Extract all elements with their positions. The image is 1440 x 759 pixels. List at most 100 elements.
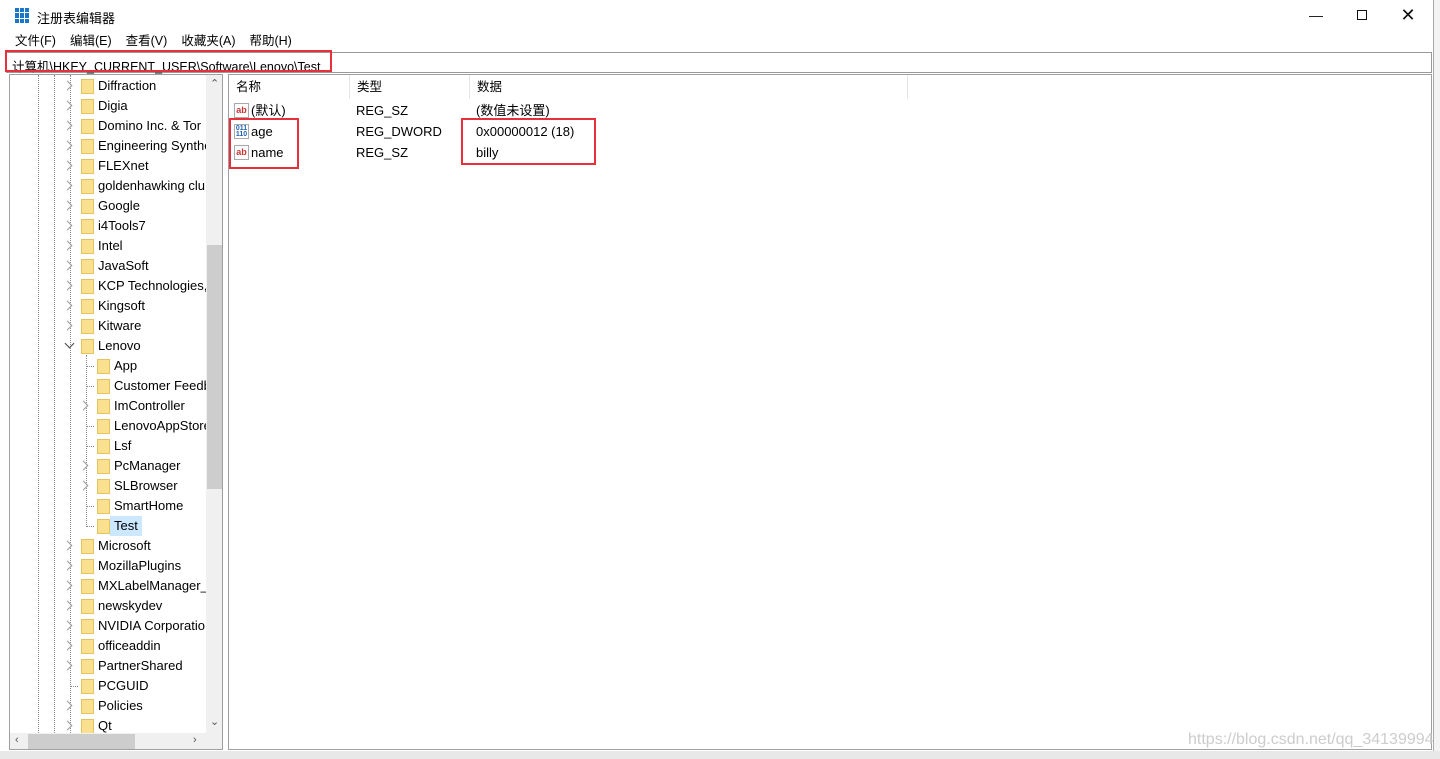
- tree-item[interactable]: i4Tools7: [10, 216, 206, 236]
- tree-item[interactable]: LenovoAppStore: [10, 416, 211, 436]
- scroll-left-icon[interactable]: ‹: [15, 734, 19, 746]
- tree-item[interactable]: Microsoft: [10, 536, 206, 556]
- tree-item[interactable]: Test: [10, 516, 206, 536]
- tree-item[interactable]: MXLabelManager_: [10, 576, 208, 596]
- expand-chevron-icon[interactable]: [62, 260, 73, 271]
- expand-chevron-icon[interactable]: [78, 400, 89, 411]
- scroll-down-icon[interactable]: ⌄: [210, 715, 219, 728]
- maximize-button[interactable]: [1339, 0, 1385, 30]
- menu-file[interactable]: 文件(F): [15, 31, 56, 51]
- tree-item-label: Lenovo: [98, 338, 141, 353]
- tree-item[interactable]: goldenhawking clu: [10, 176, 206, 196]
- column-header-type[interactable]: 类型: [350, 75, 470, 99]
- folder-icon: [81, 159, 94, 174]
- tree-item[interactable]: Policies: [10, 696, 206, 716]
- expand-chevron-icon[interactable]: [62, 600, 73, 611]
- tree-item-label: PartnerShared: [98, 658, 183, 673]
- menu-help[interactable]: 帮助(H): [249, 31, 291, 51]
- tree-item[interactable]: officeaddin: [10, 636, 206, 656]
- tree-item[interactable]: SmartHome: [10, 496, 206, 516]
- folder-icon: [81, 99, 94, 114]
- tree-item[interactable]: Domino Inc. & Tor: [10, 116, 206, 136]
- tree-item[interactable]: PCGUID: [10, 676, 206, 696]
- menu-edit[interactable]: 编辑(E): [70, 31, 112, 51]
- tree-item[interactable]: KCP Technologies,: [10, 276, 207, 296]
- folder-icon: [97, 459, 110, 474]
- tree-item[interactable]: Kitware: [10, 316, 206, 336]
- tree-item[interactable]: JavaSoft: [10, 256, 206, 276]
- tree-connector: [86, 426, 94, 427]
- tree-horizontal-scrollbar[interactable]: ‹ ›: [10, 733, 222, 749]
- tree-item[interactable]: ImController: [10, 396, 206, 416]
- tree-item[interactable]: App: [10, 356, 206, 376]
- expand-chevron-icon[interactable]: [62, 640, 73, 651]
- folder-icon: [97, 399, 110, 414]
- expand-chevron-icon[interactable]: [62, 240, 73, 251]
- expand-chevron-icon[interactable]: [62, 280, 73, 291]
- column-header-data[interactable]: 数据: [470, 75, 908, 99]
- collapse-chevron-icon[interactable]: [64, 338, 75, 349]
- folder-icon: [81, 619, 94, 634]
- folder-icon: [81, 259, 94, 274]
- menu-favorites[interactable]: 收藏夹(A): [181, 31, 235, 51]
- registry-editor-icon: [15, 8, 30, 23]
- folder-icon: [81, 559, 94, 574]
- folder-icon: [97, 479, 110, 494]
- tree-item[interactable]: PcManager: [10, 456, 206, 476]
- tree-item[interactable]: FLEXnet: [10, 156, 206, 176]
- tree-item[interactable]: Intel: [10, 236, 206, 256]
- tree-item[interactable]: MozillaPlugins: [10, 556, 206, 576]
- tree-vertical-scrollbar[interactable]: ⌃ ⌄: [206, 75, 222, 733]
- tree-item[interactable]: Digia: [10, 96, 206, 116]
- tree-item[interactable]: SLBrowser: [10, 476, 206, 496]
- expand-chevron-icon[interactable]: [78, 460, 89, 471]
- tree-item[interactable]: PartnerShared: [10, 656, 206, 676]
- folder-icon: [81, 219, 94, 234]
- expand-chevron-icon[interactable]: [62, 140, 73, 151]
- tree-item-label: SLBrowser: [114, 478, 178, 493]
- tree-item[interactable]: newskydev: [10, 596, 206, 616]
- highlight-box-address: [5, 50, 332, 72]
- scrollbar-thumb[interactable]: [207, 245, 222, 489]
- expand-chevron-icon[interactable]: [62, 100, 73, 111]
- tree-item[interactable]: NVIDIA Corporatio: [10, 616, 206, 636]
- scroll-right-icon[interactable]: ›: [193, 734, 197, 746]
- tree-item[interactable]: Google: [10, 196, 206, 216]
- expand-chevron-icon[interactable]: [62, 300, 73, 311]
- tree-item[interactable]: Kingsoft: [10, 296, 206, 316]
- expand-chevron-icon[interactable]: [62, 620, 73, 631]
- tree-item[interactable]: Lenovo: [10, 336, 206, 356]
- tree-item[interactable]: Customer Feedb: [10, 376, 211, 396]
- folder-icon: [81, 239, 94, 254]
- close-button[interactable]: ✕: [1385, 0, 1431, 30]
- expand-chevron-icon[interactable]: [62, 660, 73, 671]
- tree-item[interactable]: Diffraction: [10, 76, 206, 96]
- expand-chevron-icon[interactable]: [62, 540, 73, 551]
- expand-chevron-icon[interactable]: [62, 80, 73, 91]
- registry-editor-window: 注册表编辑器 — ✕ 文件(F) 编辑(E) 查看(V) 收藏夹(A) 帮助(H…: [0, 0, 1434, 759]
- minimize-button[interactable]: —: [1293, 0, 1339, 30]
- tree-item[interactable]: Lsf: [10, 436, 206, 456]
- expand-chevron-icon[interactable]: [62, 200, 73, 211]
- tree-item[interactable]: Engineering Synthe: [10, 136, 211, 156]
- expand-chevron-icon[interactable]: [78, 480, 89, 491]
- scroll-up-icon[interactable]: ⌃: [210, 77, 219, 90]
- minimize-icon: —: [1309, 7, 1323, 23]
- expand-chevron-icon[interactable]: [62, 120, 73, 131]
- menu-view[interactable]: 查看(V): [126, 31, 168, 51]
- expand-chevron-icon[interactable]: [62, 180, 73, 191]
- watermark: https://blog.csdn.net/qq_34139994: [1188, 731, 1434, 748]
- scrollbar-thumb[interactable]: [28, 734, 135, 749]
- expand-chevron-icon[interactable]: [62, 560, 73, 571]
- expand-chevron-icon[interactable]: [62, 220, 73, 231]
- tree-item-label: Intel: [98, 238, 123, 253]
- expand-chevron-icon[interactable]: [62, 580, 73, 591]
- folder-icon: [81, 579, 94, 594]
- expand-chevron-icon[interactable]: [62, 700, 73, 711]
- expand-chevron-icon[interactable]: [62, 720, 73, 731]
- folder-icon: [97, 499, 110, 514]
- tree-item-label: PcManager: [114, 458, 181, 473]
- column-header-name[interactable]: 名称: [229, 75, 350, 99]
- expand-chevron-icon[interactable]: [62, 320, 73, 331]
- expand-chevron-icon[interactable]: [62, 160, 73, 171]
